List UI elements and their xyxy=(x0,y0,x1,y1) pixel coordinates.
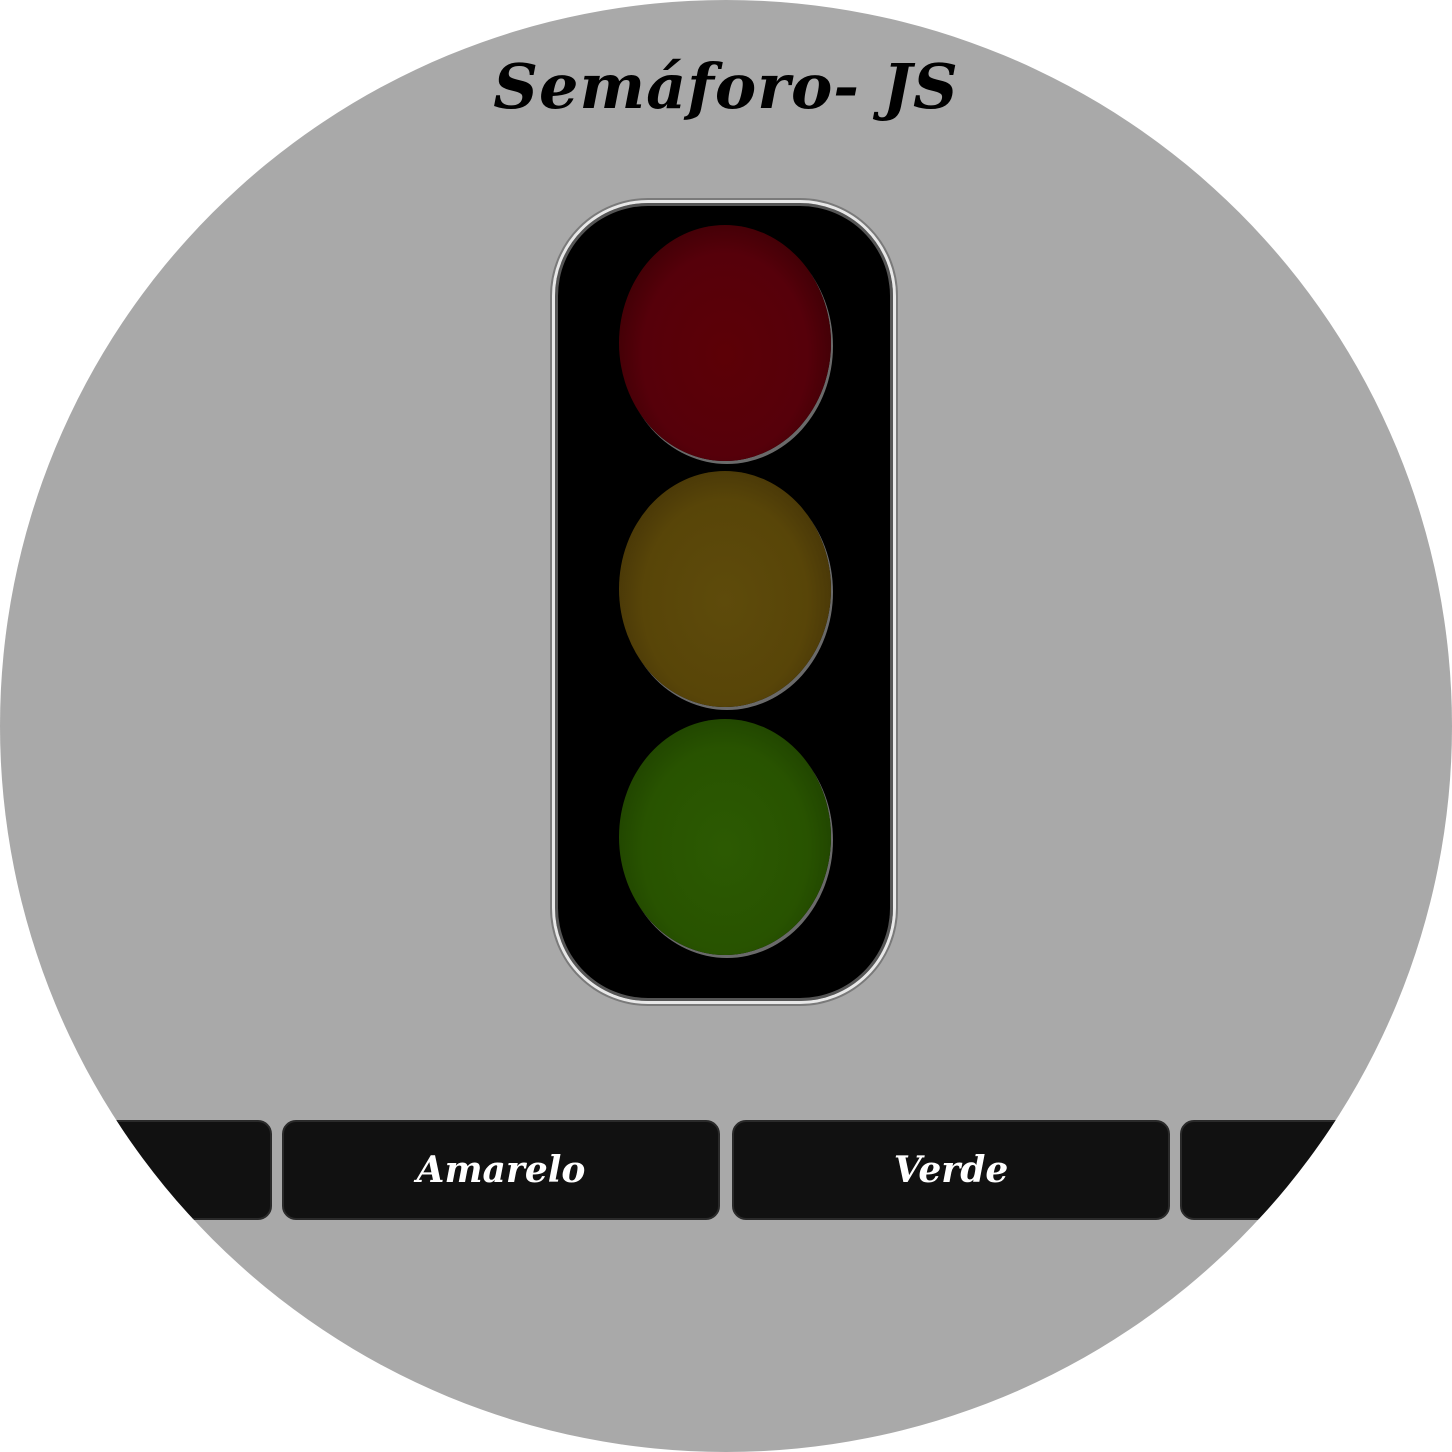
traffic-light xyxy=(552,200,896,1004)
green-light xyxy=(619,719,831,955)
button-4[interactable] xyxy=(1180,1120,1452,1220)
yellow-light xyxy=(619,471,831,707)
button-row: Amarelo Verde xyxy=(0,1120,1452,1220)
amarelo-button[interactable]: Amarelo xyxy=(282,1120,720,1220)
button-1[interactable] xyxy=(0,1120,272,1220)
page-title: Semáforo- JS xyxy=(493,50,959,123)
background-circle: Semáforo- JS Amarelo Verde xyxy=(0,0,1452,1452)
verde-button[interactable]: Verde xyxy=(732,1120,1170,1220)
amarelo-button-label: Amarelo xyxy=(416,1149,586,1191)
verde-button-label: Verde xyxy=(893,1149,1009,1191)
red-light xyxy=(619,225,831,461)
page: Semáforo- JS Amarelo Verde xyxy=(0,0,1452,1452)
